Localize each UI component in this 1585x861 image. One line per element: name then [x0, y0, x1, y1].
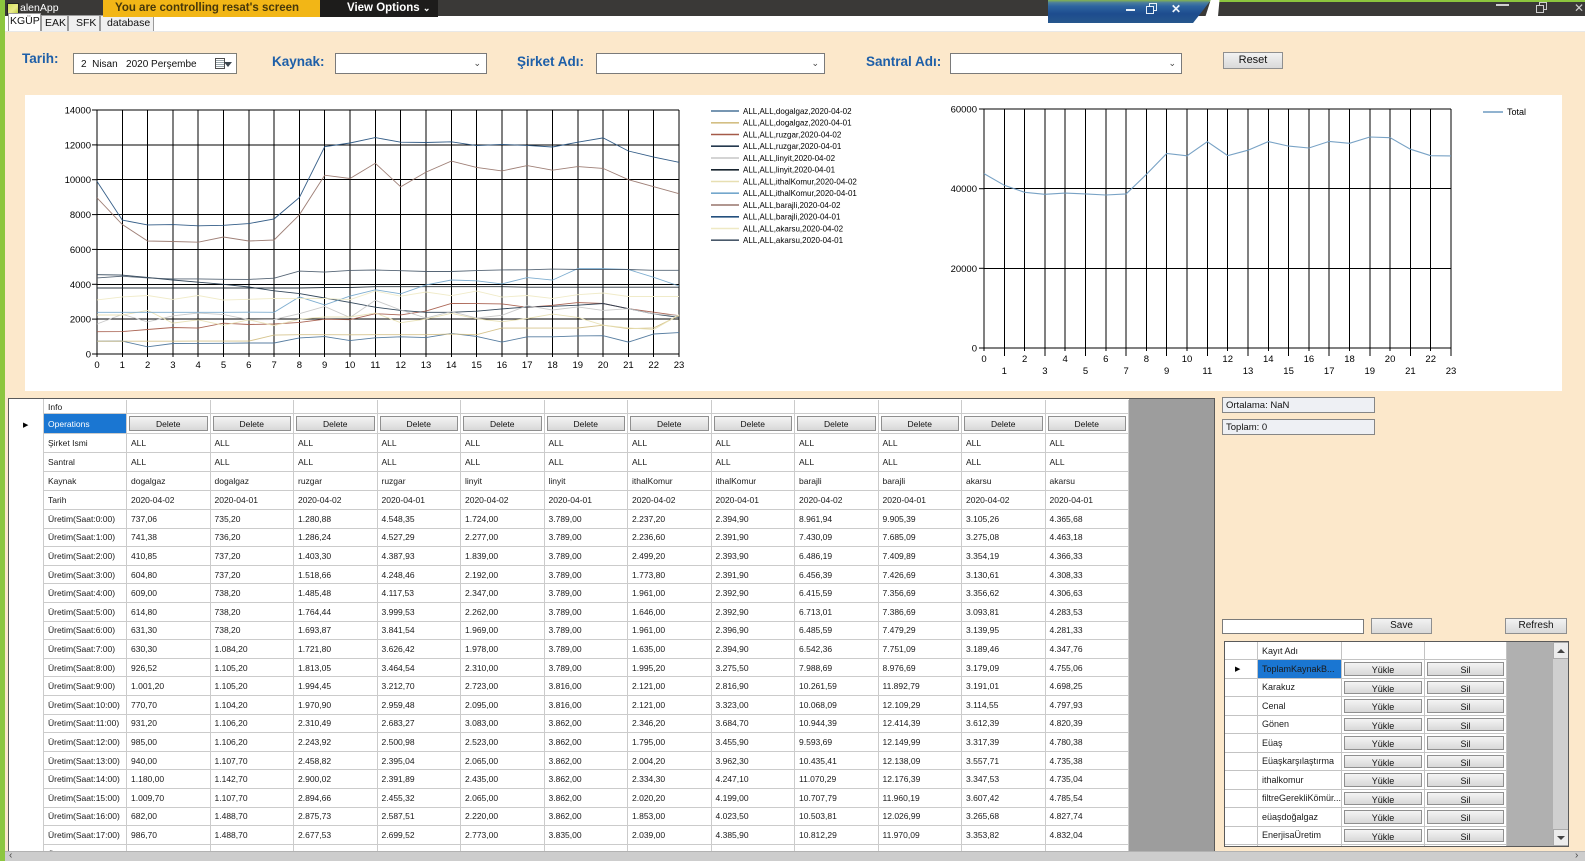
svg-text:11: 11 [1202, 366, 1212, 377]
svg-text:7: 7 [271, 360, 276, 371]
svg-text:20: 20 [1385, 354, 1396, 365]
svg-text:0: 0 [86, 350, 91, 361]
svg-text:0: 0 [94, 360, 99, 371]
svg-text:6: 6 [1103, 354, 1108, 365]
svg-text:20: 20 [598, 360, 609, 371]
svg-text:ALL,ALL,dogalgaz,2020-04-01: ALL,ALL,dogalgaz,2020-04-01 [743, 119, 852, 128]
svg-text:ALL,ALL,ruzgar,2020-04-02: ALL,ALL,ruzgar,2020-04-02 [743, 130, 842, 139]
svg-text:16: 16 [1304, 354, 1315, 365]
svg-text:21: 21 [623, 360, 634, 371]
svg-text:15: 15 [471, 360, 482, 371]
svg-text:1: 1 [120, 360, 125, 371]
svg-text:14: 14 [446, 360, 457, 371]
svg-text:0: 0 [972, 344, 977, 355]
svg-text:19: 19 [1365, 366, 1376, 377]
svg-text:16: 16 [497, 360, 508, 371]
svg-text:14000: 14000 [65, 106, 91, 117]
svg-text:8: 8 [297, 360, 302, 371]
svg-text:17: 17 [1324, 366, 1335, 377]
svg-text:13: 13 [1243, 366, 1254, 377]
svg-text:18: 18 [547, 360, 558, 371]
svg-text:11: 11 [370, 360, 380, 371]
svg-text:4: 4 [1063, 354, 1068, 365]
svg-text:23: 23 [674, 360, 685, 371]
svg-text:12000: 12000 [65, 140, 91, 151]
svg-text:3: 3 [1042, 366, 1047, 377]
svg-text:0: 0 [981, 354, 986, 365]
svg-text:7: 7 [1123, 366, 1128, 377]
svg-text:2: 2 [145, 360, 150, 371]
svg-text:6: 6 [246, 360, 251, 371]
svg-text:40000: 40000 [951, 184, 977, 195]
svg-text:9: 9 [322, 360, 327, 371]
svg-text:10: 10 [345, 360, 356, 371]
svg-text:2000: 2000 [70, 315, 91, 326]
svg-text:ALL,ALL,barajli,2020-04-02: ALL,ALL,barajli,2020-04-02 [743, 201, 841, 210]
svg-text:4000: 4000 [70, 280, 91, 291]
svg-text:1: 1 [1002, 366, 1007, 377]
svg-text:9: 9 [1164, 366, 1169, 377]
svg-text:Total: Total [1507, 107, 1526, 117]
svg-text:6000: 6000 [70, 245, 91, 256]
svg-text:17: 17 [522, 360, 533, 371]
svg-text:8000: 8000 [70, 210, 91, 221]
svg-text:5: 5 [1083, 366, 1088, 377]
svg-text:ALL,ALL,dogalgaz,2020-04-02: ALL,ALL,dogalgaz,2020-04-02 [743, 107, 852, 116]
svg-text:ALL,ALL,ithalKomur,2020-04-01: ALL,ALL,ithalKomur,2020-04-01 [743, 189, 857, 198]
svg-text:4: 4 [196, 360, 201, 371]
svg-text:2: 2 [1022, 354, 1027, 365]
svg-text:10000: 10000 [65, 175, 91, 186]
svg-text:8: 8 [1144, 354, 1149, 365]
svg-text:ALL,ALL,akarsu,2020-04-02: ALL,ALL,akarsu,2020-04-02 [743, 224, 844, 233]
svg-text:18: 18 [1344, 354, 1355, 365]
svg-text:ALL,ALL,ithalKomur,2020-04-02: ALL,ALL,ithalKomur,2020-04-02 [743, 177, 857, 186]
svg-text:ALL,ALL,akarsu,2020-04-01: ALL,ALL,akarsu,2020-04-01 [743, 236, 844, 245]
svg-text:5: 5 [221, 360, 226, 371]
svg-text:ALL,ALL,linyit,2020-04-01: ALL,ALL,linyit,2020-04-01 [743, 166, 836, 175]
svg-text:21: 21 [1405, 366, 1416, 377]
svg-text:12: 12 [1222, 354, 1233, 365]
svg-text:23: 23 [1446, 366, 1457, 377]
svg-text:10: 10 [1182, 354, 1193, 365]
svg-text:12: 12 [395, 360, 406, 371]
svg-text:60000: 60000 [951, 105, 977, 116]
svg-text:13: 13 [421, 360, 432, 371]
svg-text:14: 14 [1263, 354, 1274, 365]
svg-text:15: 15 [1283, 366, 1294, 377]
svg-text:22: 22 [648, 360, 659, 371]
svg-text:ALL,ALL,barajli,2020-04-01: ALL,ALL,barajli,2020-04-01 [743, 213, 841, 222]
svg-text:22: 22 [1425, 354, 1436, 365]
svg-text:3: 3 [170, 360, 175, 371]
svg-text:ALL,ALL,ruzgar,2020-04-01: ALL,ALL,ruzgar,2020-04-01 [743, 142, 842, 151]
svg-text:20000: 20000 [951, 264, 977, 275]
svg-text:19: 19 [573, 360, 584, 371]
svg-text:ALL,ALL,linyit,2020-04-02: ALL,ALL,linyit,2020-04-02 [743, 154, 836, 163]
